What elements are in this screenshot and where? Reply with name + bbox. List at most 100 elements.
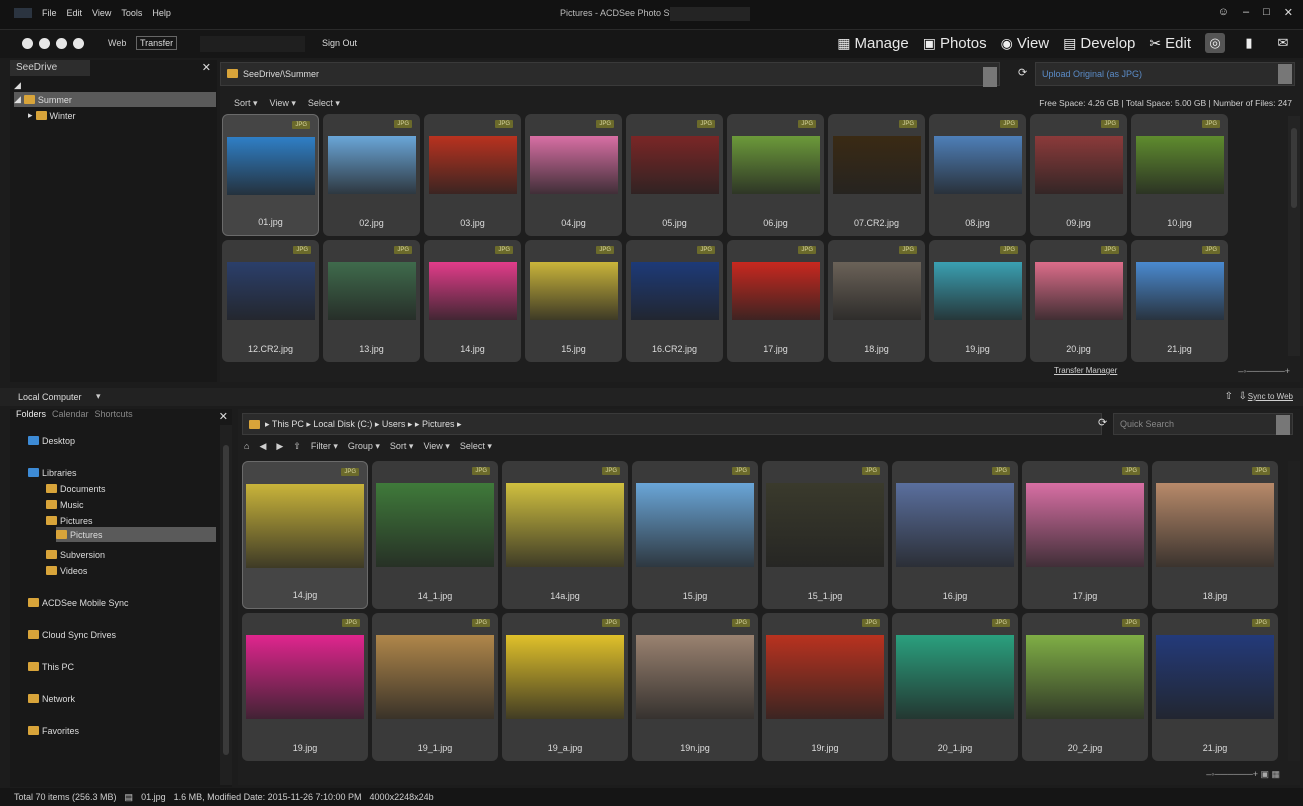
folder-tree-item[interactable]: Subversion bbox=[46, 547, 105, 562]
mode-edit[interactable]: ✂ Edit bbox=[1149, 35, 1191, 52]
top_browser-tile[interactable]: JPG 15.jpg bbox=[525, 240, 622, 362]
top_browser-tile[interactable]: JPG 18.jpg bbox=[828, 240, 925, 362]
user-icon[interactable]: ☺ bbox=[1218, 6, 1229, 19]
mode-photos[interactable]: ▣ Photos bbox=[923, 35, 987, 52]
top_browser-tile[interactable]: JPG 13.jpg bbox=[323, 240, 420, 362]
top_browser-tile[interactable]: JPG 14.jpg bbox=[424, 240, 521, 362]
folder-tree-item[interactable]: Documents bbox=[46, 481, 106, 496]
local-path-bar[interactable]: ▸ This PC ▸ Local Disk (C:) ▸ Users ▸ ▸ … bbox=[242, 413, 1102, 435]
mode-view[interactable]: ◉ View bbox=[1001, 35, 1049, 52]
tab-folders[interactable]: Folders bbox=[16, 409, 46, 423]
close-button[interactable]: ✕ bbox=[1284, 6, 1293, 19]
maximize-button[interactable]: □ bbox=[1263, 6, 1270, 19]
search-dropdown-button[interactable] bbox=[1276, 415, 1290, 435]
group-menu[interactable]: Group ▾ bbox=[348, 441, 380, 452]
bottom_browser-tile[interactable]: JPG 19_1.jpg bbox=[372, 613, 498, 761]
bottom_browser-tile[interactable]: JPG 19_a.jpg bbox=[502, 613, 628, 761]
minimize-button[interactable]: – bbox=[1243, 6, 1249, 19]
top_browser-tile[interactable]: JPG 16.CR2.jpg bbox=[626, 240, 723, 362]
close-icon[interactable]: ✕ bbox=[219, 410, 228, 423]
folder-tree-item[interactable]: Libraries bbox=[28, 465, 77, 480]
folder-tree-item[interactable]: Desktop bbox=[28, 433, 75, 448]
zoom-slider[interactable]: –◦──────+ ▣ ▦ bbox=[1206, 769, 1280, 780]
top_browser-tile[interactable]: JPG 07.CR2.jpg bbox=[828, 114, 925, 236]
top_browser-tile[interactable]: JPG 05.jpg bbox=[626, 114, 723, 236]
web-label[interactable]: Web bbox=[108, 38, 126, 48]
bottom_browser-tile[interactable]: JPG 17.jpg bbox=[1022, 461, 1148, 609]
tab-calendar[interactable]: Calendar bbox=[52, 409, 89, 423]
circle-icon[interactable] bbox=[39, 38, 50, 49]
top_browser-tile[interactable]: JPG 19.jpg bbox=[929, 240, 1026, 362]
folder-tree-item[interactable]: Pictures bbox=[46, 513, 93, 528]
bottom_browser-tile[interactable]: JPG 21.jpg bbox=[1152, 613, 1278, 761]
mode-develop[interactable]: ▤ Develop bbox=[1063, 35, 1135, 52]
bottom_browser-tile[interactable]: JPG 20_2.jpg bbox=[1022, 613, 1148, 761]
bottom_browser-tile[interactable]: JPG 20_1.jpg bbox=[892, 613, 1018, 761]
folder-tree-item[interactable]: This PC bbox=[28, 659, 74, 674]
notifications-icon[interactable]: ✉ bbox=[1273, 33, 1293, 53]
local-computer-title[interactable]: Local Computer bbox=[18, 392, 82, 402]
bottom_browser-tile[interactable]: JPG 19.jpg bbox=[242, 613, 368, 761]
scrollbar[interactable] bbox=[1288, 461, 1300, 761]
bottom_browser-tile[interactable]: JPG 16.jpg bbox=[892, 461, 1018, 609]
top_browser-tile[interactable]: JPG 08.jpg bbox=[929, 114, 1026, 236]
seedrive-tab[interactable]: SeeDrive bbox=[10, 60, 90, 76]
tree-item-winter[interactable]: ▸ Winter bbox=[28, 108, 76, 123]
menu-edit[interactable]: Edit bbox=[67, 8, 83, 18]
top_browser-tile[interactable]: JPG 21.jpg bbox=[1131, 240, 1228, 362]
scrollbar-thumb[interactable] bbox=[1291, 128, 1297, 208]
upload-select[interactable]: Upload Original (as JPG) bbox=[1035, 62, 1295, 86]
top_browser-tile[interactable]: JPG 01.jpg bbox=[222, 114, 319, 236]
folder-tree-item[interactable]: Videos bbox=[46, 563, 87, 578]
upload-dropdown-button[interactable] bbox=[1278, 64, 1292, 84]
folder-tree-item[interactable]: Favorites bbox=[28, 723, 79, 738]
up-icon[interactable]: ⇧ bbox=[293, 441, 301, 452]
menu-file[interactable]: File bbox=[42, 8, 57, 18]
menu-help[interactable]: Help bbox=[152, 8, 171, 18]
select-menu[interactable]: Select ▾ bbox=[308, 98, 340, 109]
folder-tree-item[interactable]: Cloud Sync Drives bbox=[28, 627, 116, 642]
365-icon[interactable]: ◎ bbox=[1205, 33, 1225, 53]
sync-to-web-link[interactable]: Sync to Web bbox=[1248, 392, 1293, 401]
transfer-manager-link[interactable]: Transfer Manager bbox=[1054, 366, 1117, 375]
circle-icon[interactable] bbox=[56, 38, 67, 49]
bottom_browser-tile[interactable]: JPG 14a.jpg bbox=[502, 461, 628, 609]
back-icon[interactable]: ◀ bbox=[259, 441, 266, 452]
top_browser-tile[interactable]: JPG 20.jpg bbox=[1030, 240, 1127, 362]
refresh-icon[interactable]: ⟳ bbox=[1098, 416, 1107, 429]
folder-tree-item[interactable]: Music bbox=[46, 497, 84, 512]
bottom_browser-tile[interactable]: JPG 18.jpg bbox=[1152, 461, 1278, 609]
menu-view[interactable]: View bbox=[92, 8, 111, 18]
zoom-slider[interactable]: –◦──────+ bbox=[1238, 366, 1290, 376]
arrow-down-icon[interactable]: ⇩ bbox=[1239, 391, 1247, 402]
view-menu[interactable]: View ▾ bbox=[423, 441, 449, 452]
folder-tree-item[interactable]: ACDSee Mobile Sync bbox=[28, 595, 129, 610]
histogram-icon[interactable]: ▮ bbox=[1239, 33, 1259, 53]
transfer-button[interactable]: Transfer bbox=[136, 36, 178, 50]
top_browser-tile[interactable]: JPG 03.jpg bbox=[424, 114, 521, 236]
chevron-down-icon[interactable]: ▾ bbox=[96, 391, 101, 402]
home-icon[interactable]: ⌂ bbox=[244, 441, 249, 452]
quick-search[interactable]: Quick Search bbox=[1113, 413, 1293, 435]
view-menu[interactable]: View ▾ bbox=[270, 98, 296, 109]
filter-menu[interactable]: Filter ▾ bbox=[311, 441, 338, 452]
refresh-icon[interactable]: ⟳ bbox=[1018, 66, 1027, 79]
forward-icon[interactable]: ▶ bbox=[276, 441, 283, 452]
close-icon[interactable]: ✕ bbox=[202, 61, 211, 74]
top_browser-tile[interactable]: JPG 02.jpg bbox=[323, 114, 420, 236]
mode-manage[interactable]: ▦ Manage bbox=[837, 35, 908, 52]
bottom_browser-tile[interactable]: JPG 14.jpg bbox=[242, 461, 368, 609]
bottom_browser-tile[interactable]: JPG 14_1.jpg bbox=[372, 461, 498, 609]
bottom_browser-tile[interactable]: JPG 19r.jpg bbox=[762, 613, 888, 761]
sign-out-link[interactable]: Sign Out bbox=[322, 38, 357, 48]
tree-item-summer[interactable]: ◢ Summer bbox=[14, 92, 216, 107]
menu-tools[interactable]: Tools bbox=[121, 8, 142, 18]
top_browser-tile[interactable]: JPG 04.jpg bbox=[525, 114, 622, 236]
top_browser-tile[interactable]: JPG 09.jpg bbox=[1030, 114, 1127, 236]
seedrive-path[interactable]: SeeDrive/\Summer bbox=[220, 62, 1000, 87]
arrow-up-icon[interactable]: ⇧ bbox=[1225, 391, 1233, 402]
sort-menu[interactable]: Sort ▾ bbox=[390, 441, 414, 452]
select-menu[interactable]: Select ▾ bbox=[460, 441, 492, 452]
bottom_browser-tile[interactable]: JPG 15.jpg bbox=[632, 461, 758, 609]
circle-icon[interactable] bbox=[73, 38, 84, 49]
